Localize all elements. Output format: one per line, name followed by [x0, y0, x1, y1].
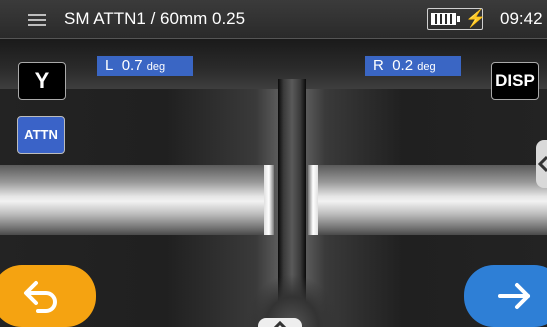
right-fiber — [308, 165, 547, 235]
back-arrow-icon — [24, 281, 57, 313]
clock: 09:42 — [500, 9, 543, 28]
chevron-left-icon — [537, 155, 547, 173]
left-fiber — [0, 165, 274, 235]
charging-bolt-icon: ⚡ — [465, 9, 487, 28]
attn-button[interactable]: ATTN — [17, 116, 65, 154]
chevron-up-icon — [273, 320, 287, 327]
back-button[interactable] — [0, 265, 96, 327]
menu-icon[interactable] — [22, 8, 52, 32]
title-bar: SM ATTN1 / 60mm 0.25 ⚡ 09:42 — [0, 0, 547, 39]
battery-icon: ⚡ — [427, 8, 487, 30]
y-view-button[interactable]: Y — [18, 62, 66, 100]
next-arrow-icon — [498, 283, 530, 309]
left-cleave-angle: L 0.7 deg — [97, 56, 193, 76]
right-cleave-angle: R 0.2 deg — [365, 56, 461, 76]
page-title: SM ATTN1 / 60mm 0.25 — [64, 9, 246, 28]
fusion-splicer-screen: SM ATTN1 / 60mm 0.25 ⚡ 09:42 L 0.7 deg R… — [0, 0, 547, 327]
next-button[interactable] — [464, 265, 547, 327]
disp-button[interactable]: DISP — [491, 62, 539, 100]
side-panel-tab[interactable] — [536, 140, 547, 188]
bottom-panel-tab[interactable] — [258, 318, 302, 327]
